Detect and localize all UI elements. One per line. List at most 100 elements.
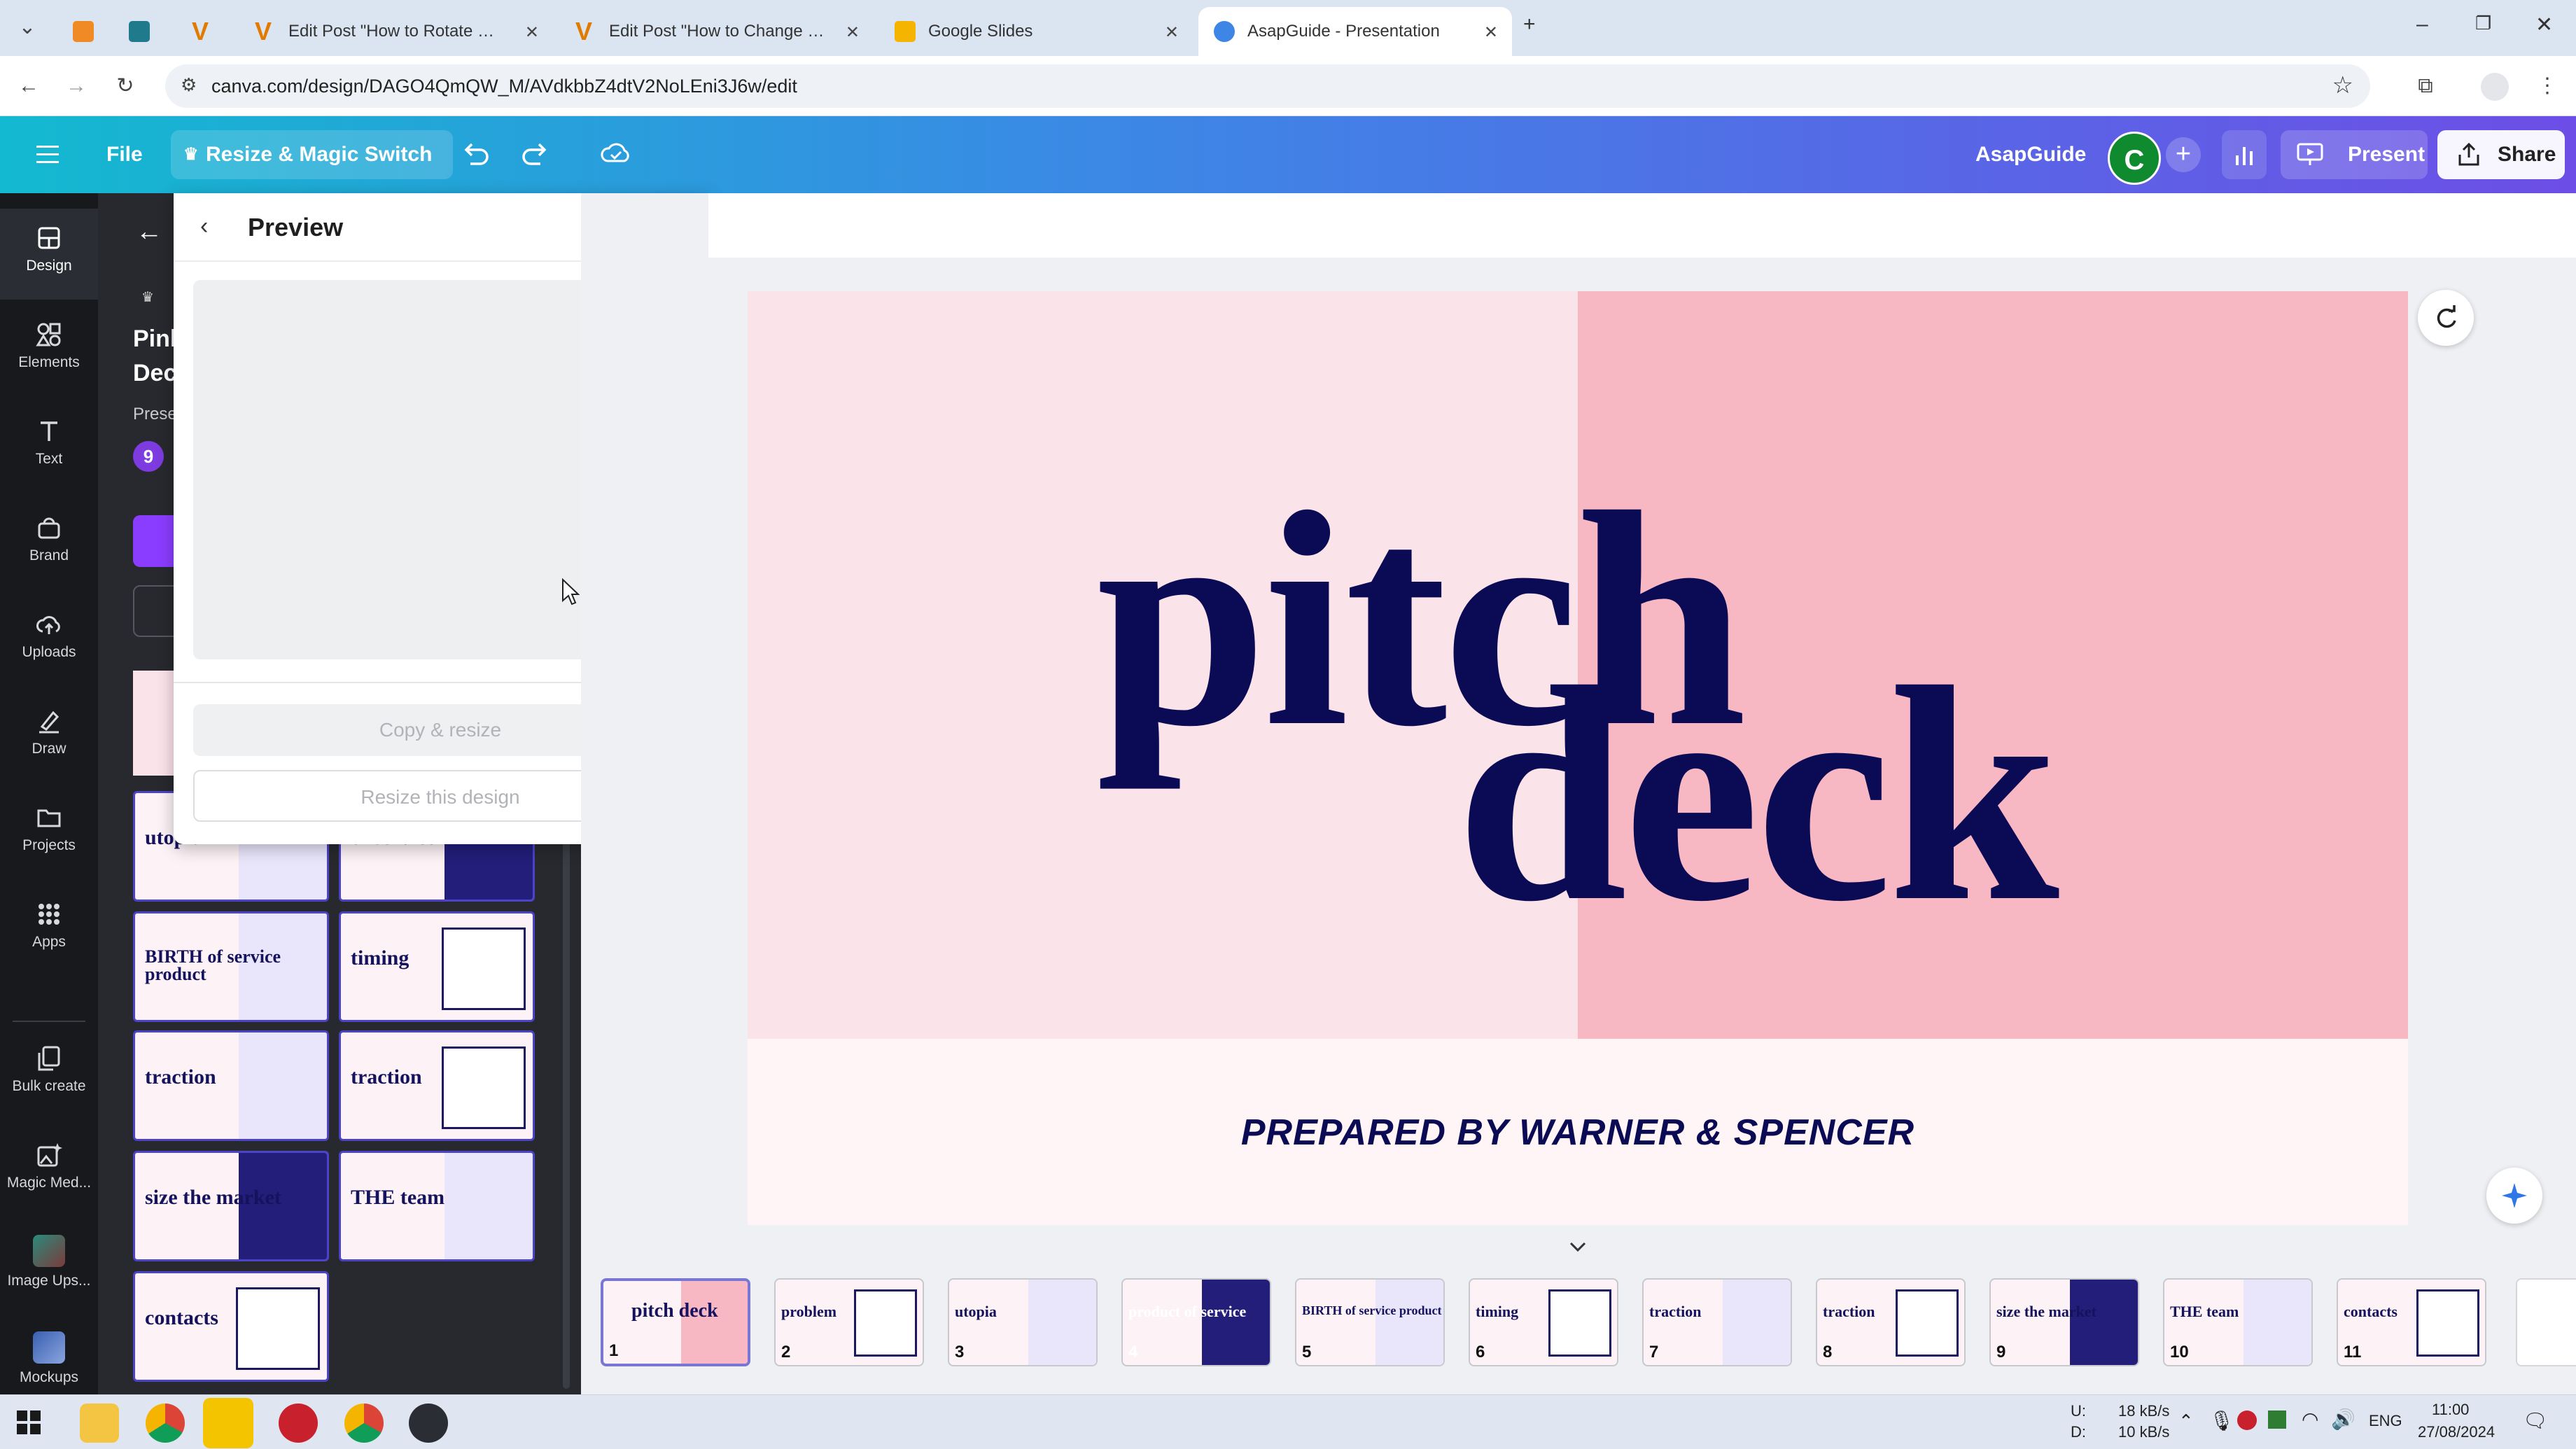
chrome-active-icon[interactable] [344, 1404, 384, 1443]
template-thumb[interactable]: BIRTH of service product [133, 911, 329, 1022]
clock-time[interactable]: 11:00 [2432, 1401, 2469, 1419]
magic-media-icon [37, 1143, 62, 1167]
tab-edit-post-change[interactable]: V Edit Post "How to Change Canv ✕ [560, 7, 874, 56]
slide-title-line-2[interactable]: deck [1456, 641, 2059, 949]
magic-assistant-button[interactable] [2486, 1168, 2542, 1224]
thumb-label: BIRTH of service product [145, 946, 281, 984]
rail-projects[interactable]: Projects [0, 788, 98, 879]
url-text[interactable]: canva.com/design/DAGO4QmQW_M/AVdkbbZ4dtV… [211, 76, 797, 97]
bookmark-star-icon[interactable]: ☆ [2332, 71, 2353, 99]
analytics-button[interactable] [2222, 130, 2267, 179]
browser-menu-icon[interactable]: ⋮ [2533, 71, 2562, 101]
rail-apps[interactable]: Apps [0, 885, 98, 976]
file-explorer-icon[interactable] [80, 1404, 119, 1443]
extensions-icon[interactable]: ⧉ [2411, 71, 2440, 101]
reload-icon[interactable]: ↻ [111, 71, 140, 101]
close-icon[interactable]: ✕ [846, 22, 860, 43]
chrome-icon[interactable] [146, 1404, 185, 1443]
wifi-icon[interactable]: ◠ [2302, 1408, 2318, 1431]
language-indicator[interactable]: ENG [2369, 1412, 2402, 1430]
tab-google-slides[interactable]: Google Slides ✕ [879, 7, 1193, 56]
rail-uploads[interactable]: Uploads [0, 595, 98, 686]
refresh-suggestions-button[interactable] [2418, 290, 2474, 346]
filmstrip-page[interactable]: BIRTH of service product 5 [1295, 1278, 1445, 1366]
apply-template-button[interactable] [133, 515, 175, 567]
resize-magic-switch-button[interactable]: ♛ Resize & Magic Switch [171, 130, 454, 179]
filmstrip-page[interactable]: contacts 11 [2337, 1278, 2486, 1366]
minimize-icon[interactable]: – [2416, 13, 2428, 36]
filmstrip-page[interactable]: traction 8 [1816, 1278, 1966, 1366]
back-arrow-icon[interactable]: ← [14, 71, 43, 101]
profile-icon[interactable] [2481, 73, 2509, 101]
undo-icon[interactable] [459, 140, 490, 168]
user-avatar[interactable]: C [2108, 132, 2161, 185]
clock-date[interactable]: 27/08/2024 [2418, 1423, 2495, 1441]
filmstrip-page[interactable]: traction 7 [1642, 1278, 1792, 1366]
tab-search-icon[interactable]: ⌄ [13, 13, 42, 42]
windows-start-icon[interactable] [17, 1410, 41, 1434]
panel-back-arrow-icon[interactable]: ← [136, 217, 162, 247]
slide-subtitle[interactable]: PREPARED BY WARNER & SPENCER [748, 1112, 2408, 1154]
template-thumb[interactable]: contacts [133, 1271, 329, 1382]
account-name[interactable]: AsapGuide [1975, 130, 2086, 179]
slide-canvas[interactable]: pitch deck PREPARED BY WARNER & SPENCER [748, 291, 2408, 1225]
forward-arrow-icon[interactable]: → [62, 71, 91, 101]
site-settings-icon[interactable]: ⚙ [181, 74, 197, 96]
rail-elements[interactable]: Elements [0, 305, 98, 396]
filmstrip-page[interactable]: problem 2 [774, 1278, 924, 1366]
volume-icon[interactable]: 🔊 [2331, 1408, 2356, 1431]
template-thumb[interactable]: timing [339, 911, 535, 1022]
microphone-icon[interactable]: 🎙 [2209, 1409, 2234, 1432]
rail-text[interactable]: Text [0, 402, 98, 493]
cloud-saved-icon[interactable] [599, 137, 633, 168]
tab-edit-post-rotate[interactable]: V Edit Post "How to Rotate Canva ✕ [239, 7, 553, 56]
pinned-tab-3[interactable]: V [181, 7, 223, 56]
timer-app-icon[interactable] [409, 1404, 448, 1443]
opera-icon[interactable] [279, 1404, 318, 1443]
rail-bulk-create[interactable]: Bulk create [0, 1029, 98, 1120]
rail-brand[interactable]: Brand [0, 498, 98, 589]
sticky-notes-icon[interactable] [203, 1398, 253, 1448]
collapse-filmstrip-chevron-icon[interactable] [1564, 1238, 1592, 1257]
close-icon[interactable]: ✕ [525, 22, 539, 43]
address-bar[interactable]: ⚙ canva.com/design/DAGO4QmQW_M/AVdkbbZ4d… [165, 64, 2370, 108]
thumb-label: contacts [145, 1306, 218, 1329]
pinned-tab-2[interactable] [118, 7, 160, 56]
filmstrip-page[interactable]: product of service 4 [1121, 1278, 1271, 1366]
add-collaborator-icon[interactable]: + [2166, 137, 2201, 172]
tab-asapguide-presentation[interactable]: AsapGuide - Presentation ✕ [1198, 7, 1512, 56]
redo-icon[interactable] [521, 140, 552, 168]
filmstrip-page[interactable]: timing 6 [1469, 1278, 1618, 1366]
pinned-tab-1[interactable] [62, 7, 104, 56]
filmstrip-page[interactable]: size the market 9 [1989, 1278, 2139, 1366]
template-thumb[interactable]: traction [133, 1030, 329, 1141]
notifications-icon[interactable]: 🗨 [2523, 1409, 2548, 1432]
hamburger-menu-icon[interactable] [34, 140, 62, 168]
rail-image-upscaler[interactable]: Image Ups... [0, 1222, 98, 1313]
close-icon[interactable]: ✕ [1484, 22, 1498, 43]
filmstrip-page[interactable]: pitch deck 1 [601, 1278, 750, 1366]
template-thumb[interactable]: size the market [133, 1151, 329, 1261]
share-button[interactable]: Share [2437, 130, 2565, 179]
tray-opera-icon[interactable] [2237, 1410, 2257, 1430]
rail-draw[interactable]: Draw [0, 692, 98, 783]
popup-back-chevron-icon[interactable]: ‹ [200, 213, 208, 240]
restore-icon[interactable]: ❐ [2475, 13, 2491, 34]
new-tab-icon[interactable]: + [1523, 13, 1536, 36]
file-menu-button[interactable]: File [106, 130, 143, 179]
close-icon[interactable]: ✕ [1165, 22, 1179, 43]
template-thumb[interactable]: traction [339, 1030, 535, 1141]
add-page-button[interactable] [2516, 1278, 2576, 1366]
present-button[interactable]: Present [2281, 130, 2428, 179]
filmstrip-page[interactable]: utopia 3 [948, 1278, 1098, 1366]
rail-design[interactable]: Design [0, 209, 98, 300]
template-thumb-1[interactable] [133, 671, 175, 776]
tray-app-icon[interactable] [2268, 1410, 2286, 1429]
tray-chevron-icon[interactable]: ⌃ [2178, 1410, 2194, 1432]
sparkle-icon [2502, 1183, 2527, 1208]
rail-magic-media[interactable]: Magic Med... [0, 1126, 98, 1217]
window-close-icon[interactable]: ✕ [2535, 13, 2553, 37]
filmstrip-page[interactable]: THE team 10 [2163, 1278, 2313, 1366]
template-thumb[interactable]: THE team [339, 1151, 535, 1261]
secondary-template-button[interactable] [133, 585, 175, 637]
